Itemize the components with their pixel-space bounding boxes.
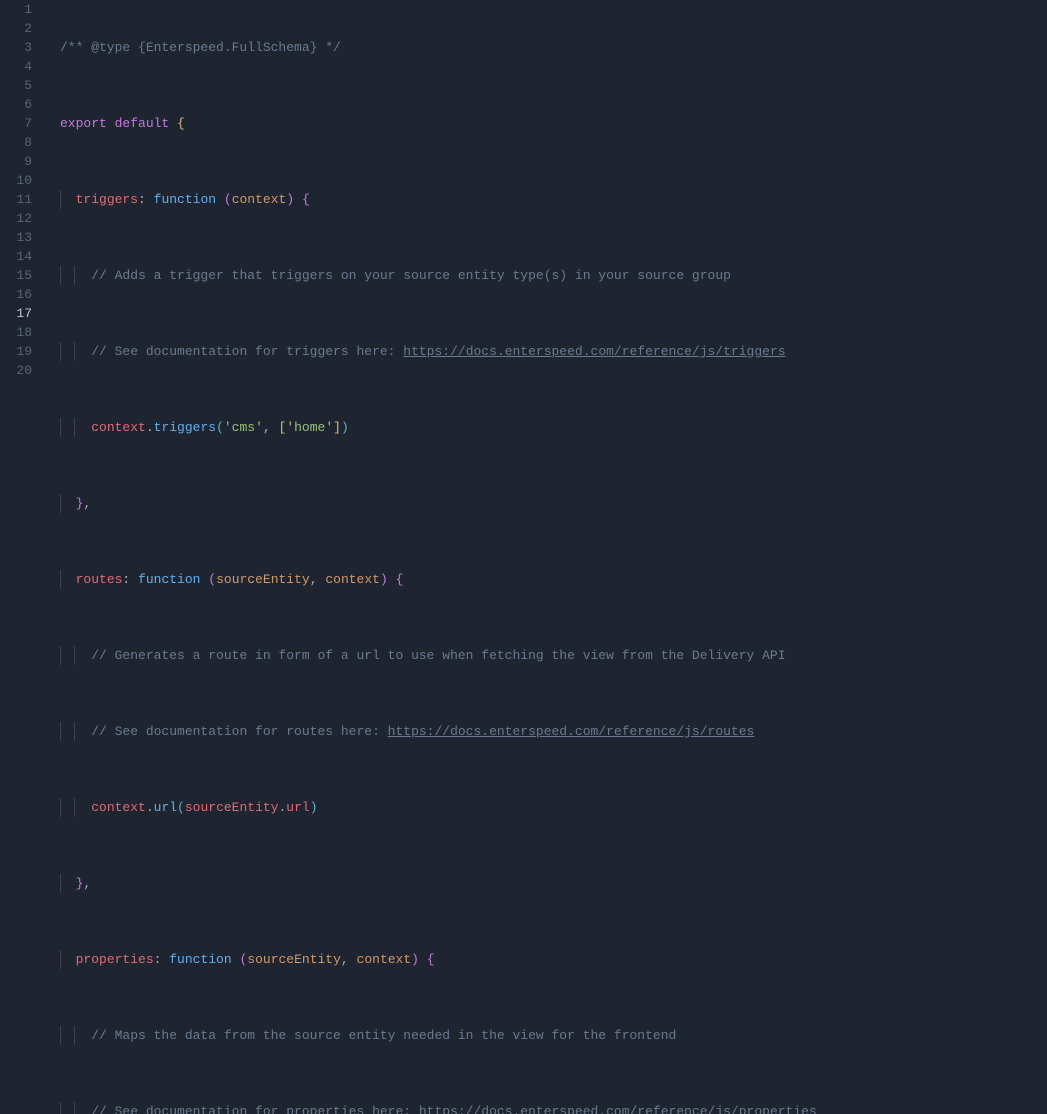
identifier: url	[286, 800, 309, 815]
code-line[interactable]: // Generates a route in form of a url to…	[48, 646, 1047, 665]
method: url	[154, 800, 177, 815]
comment: // Maps the data from the source entity …	[91, 1028, 676, 1043]
code-line[interactable]: // Adds a trigger that triggers on your …	[48, 266, 1047, 285]
keyword: function	[154, 192, 216, 207]
line-number[interactable]: 7	[0, 114, 32, 133]
paren: )	[380, 572, 388, 587]
brace: {	[302, 192, 310, 207]
code-line[interactable]: context.url(sourceEntity.url)	[48, 798, 1047, 817]
code-line[interactable]: context.triggers('cms', ['home'])	[48, 418, 1047, 437]
line-number[interactable]: 20	[0, 361, 32, 380]
property: properties	[76, 952, 154, 967]
line-number[interactable]: 12	[0, 209, 32, 228]
code-line[interactable]: },	[48, 494, 1047, 513]
code-line[interactable]: export default {	[48, 114, 1047, 133]
line-number[interactable]: 11	[0, 190, 32, 209]
line-number[interactable]: 2	[0, 19, 32, 38]
link[interactable]: https://docs.enterspeed.com/reference/js…	[419, 1104, 817, 1114]
param: sourceEntity	[247, 952, 341, 967]
line-number[interactable]: 6	[0, 95, 32, 114]
string: 'home'	[286, 420, 333, 435]
paren: )	[310, 800, 318, 815]
paren: (	[177, 800, 185, 815]
comment: // See documentation for triggers here:	[91, 344, 403, 359]
line-number-gutter: 1 2 3 4 5 6 7 8 9 10 11 12 13 14 15 16 1…	[0, 0, 48, 557]
punct: .	[278, 800, 286, 815]
comment: // See documentation for routes here:	[91, 724, 387, 739]
punct: ,	[341, 952, 349, 967]
bracket: ]	[333, 420, 341, 435]
param: context	[325, 572, 380, 587]
punct: ,	[310, 572, 318, 587]
code-line[interactable]: routes: function (sourceEntity, context)…	[48, 570, 1047, 589]
property: routes	[76, 572, 123, 587]
param: context	[232, 192, 287, 207]
line-number[interactable]: 3	[0, 38, 32, 57]
paren: )	[286, 192, 294, 207]
comment: // Generates a route in form of a url to…	[91, 648, 785, 663]
line-number[interactable]: 9	[0, 152, 32, 171]
code-line[interactable]: properties: function (sourceEntity, cont…	[48, 950, 1047, 969]
brace: {	[396, 572, 404, 587]
line-number[interactable]: 5	[0, 76, 32, 95]
comment: /** @type {Enterspeed.FullSchema} */	[60, 40, 341, 55]
punct: ,	[83, 496, 91, 511]
punct: :	[154, 952, 162, 967]
comment: // See documentation for properties here…	[91, 1104, 419, 1114]
punct: :	[122, 572, 130, 587]
code-line[interactable]: // See documentation for triggers here: …	[48, 342, 1047, 361]
line-number[interactable]: 1	[0, 0, 32, 19]
method: triggers	[154, 420, 216, 435]
link[interactable]: https://docs.enterspeed.com/reference/js…	[388, 724, 755, 739]
line-number[interactable]: 18	[0, 323, 32, 342]
line-number[interactable]: 4	[0, 57, 32, 76]
paren: )	[411, 952, 419, 967]
code-editor[interactable]: /** @type {Enterspeed.FullSchema} */ exp…	[48, 0, 1047, 557]
line-number[interactable]: 10	[0, 171, 32, 190]
line-number[interactable]: 14	[0, 247, 32, 266]
line-number[interactable]: 13	[0, 228, 32, 247]
line-number[interactable]: 16	[0, 285, 32, 304]
keyword: function	[169, 952, 231, 967]
paren: (	[216, 420, 224, 435]
code-line[interactable]: // Maps the data from the source entity …	[48, 1026, 1047, 1045]
paren: (	[239, 952, 247, 967]
property: triggers	[76, 192, 138, 207]
paren: (	[224, 192, 232, 207]
paren: (	[208, 572, 216, 587]
keyword: default	[115, 116, 170, 131]
line-number[interactable]: 15	[0, 266, 32, 285]
brace: }	[76, 876, 84, 891]
comment: // Adds a trigger that triggers on your …	[91, 268, 731, 283]
punct: :	[138, 192, 146, 207]
code-line[interactable]: // See documentation for routes here: ht…	[48, 722, 1047, 741]
param: sourceEntity	[216, 572, 310, 587]
line-number[interactable]: 19	[0, 342, 32, 361]
punct: ,	[263, 420, 271, 435]
link[interactable]: https://docs.enterspeed.com/reference/js…	[403, 344, 785, 359]
code-line[interactable]: triggers: function (context) {	[48, 190, 1047, 209]
punct: .	[146, 800, 154, 815]
keyword: export	[60, 116, 107, 131]
brace: {	[427, 952, 435, 967]
code-line[interactable]: /** @type {Enterspeed.FullSchema} */	[48, 38, 1047, 57]
punct: .	[146, 420, 154, 435]
identifier: context	[91, 800, 146, 815]
code-line[interactable]: // See documentation for properties here…	[48, 1102, 1047, 1114]
code-line[interactable]: },	[48, 874, 1047, 893]
keyword: function	[138, 572, 200, 587]
punct: ,	[83, 876, 91, 891]
line-number[interactable]: 17	[0, 304, 32, 323]
identifier: sourceEntity	[185, 800, 279, 815]
param: context	[357, 952, 412, 967]
line-number[interactable]: 8	[0, 133, 32, 152]
string: 'cms'	[224, 420, 263, 435]
paren: )	[341, 420, 349, 435]
identifier: context	[91, 420, 146, 435]
brace: {	[177, 116, 185, 131]
